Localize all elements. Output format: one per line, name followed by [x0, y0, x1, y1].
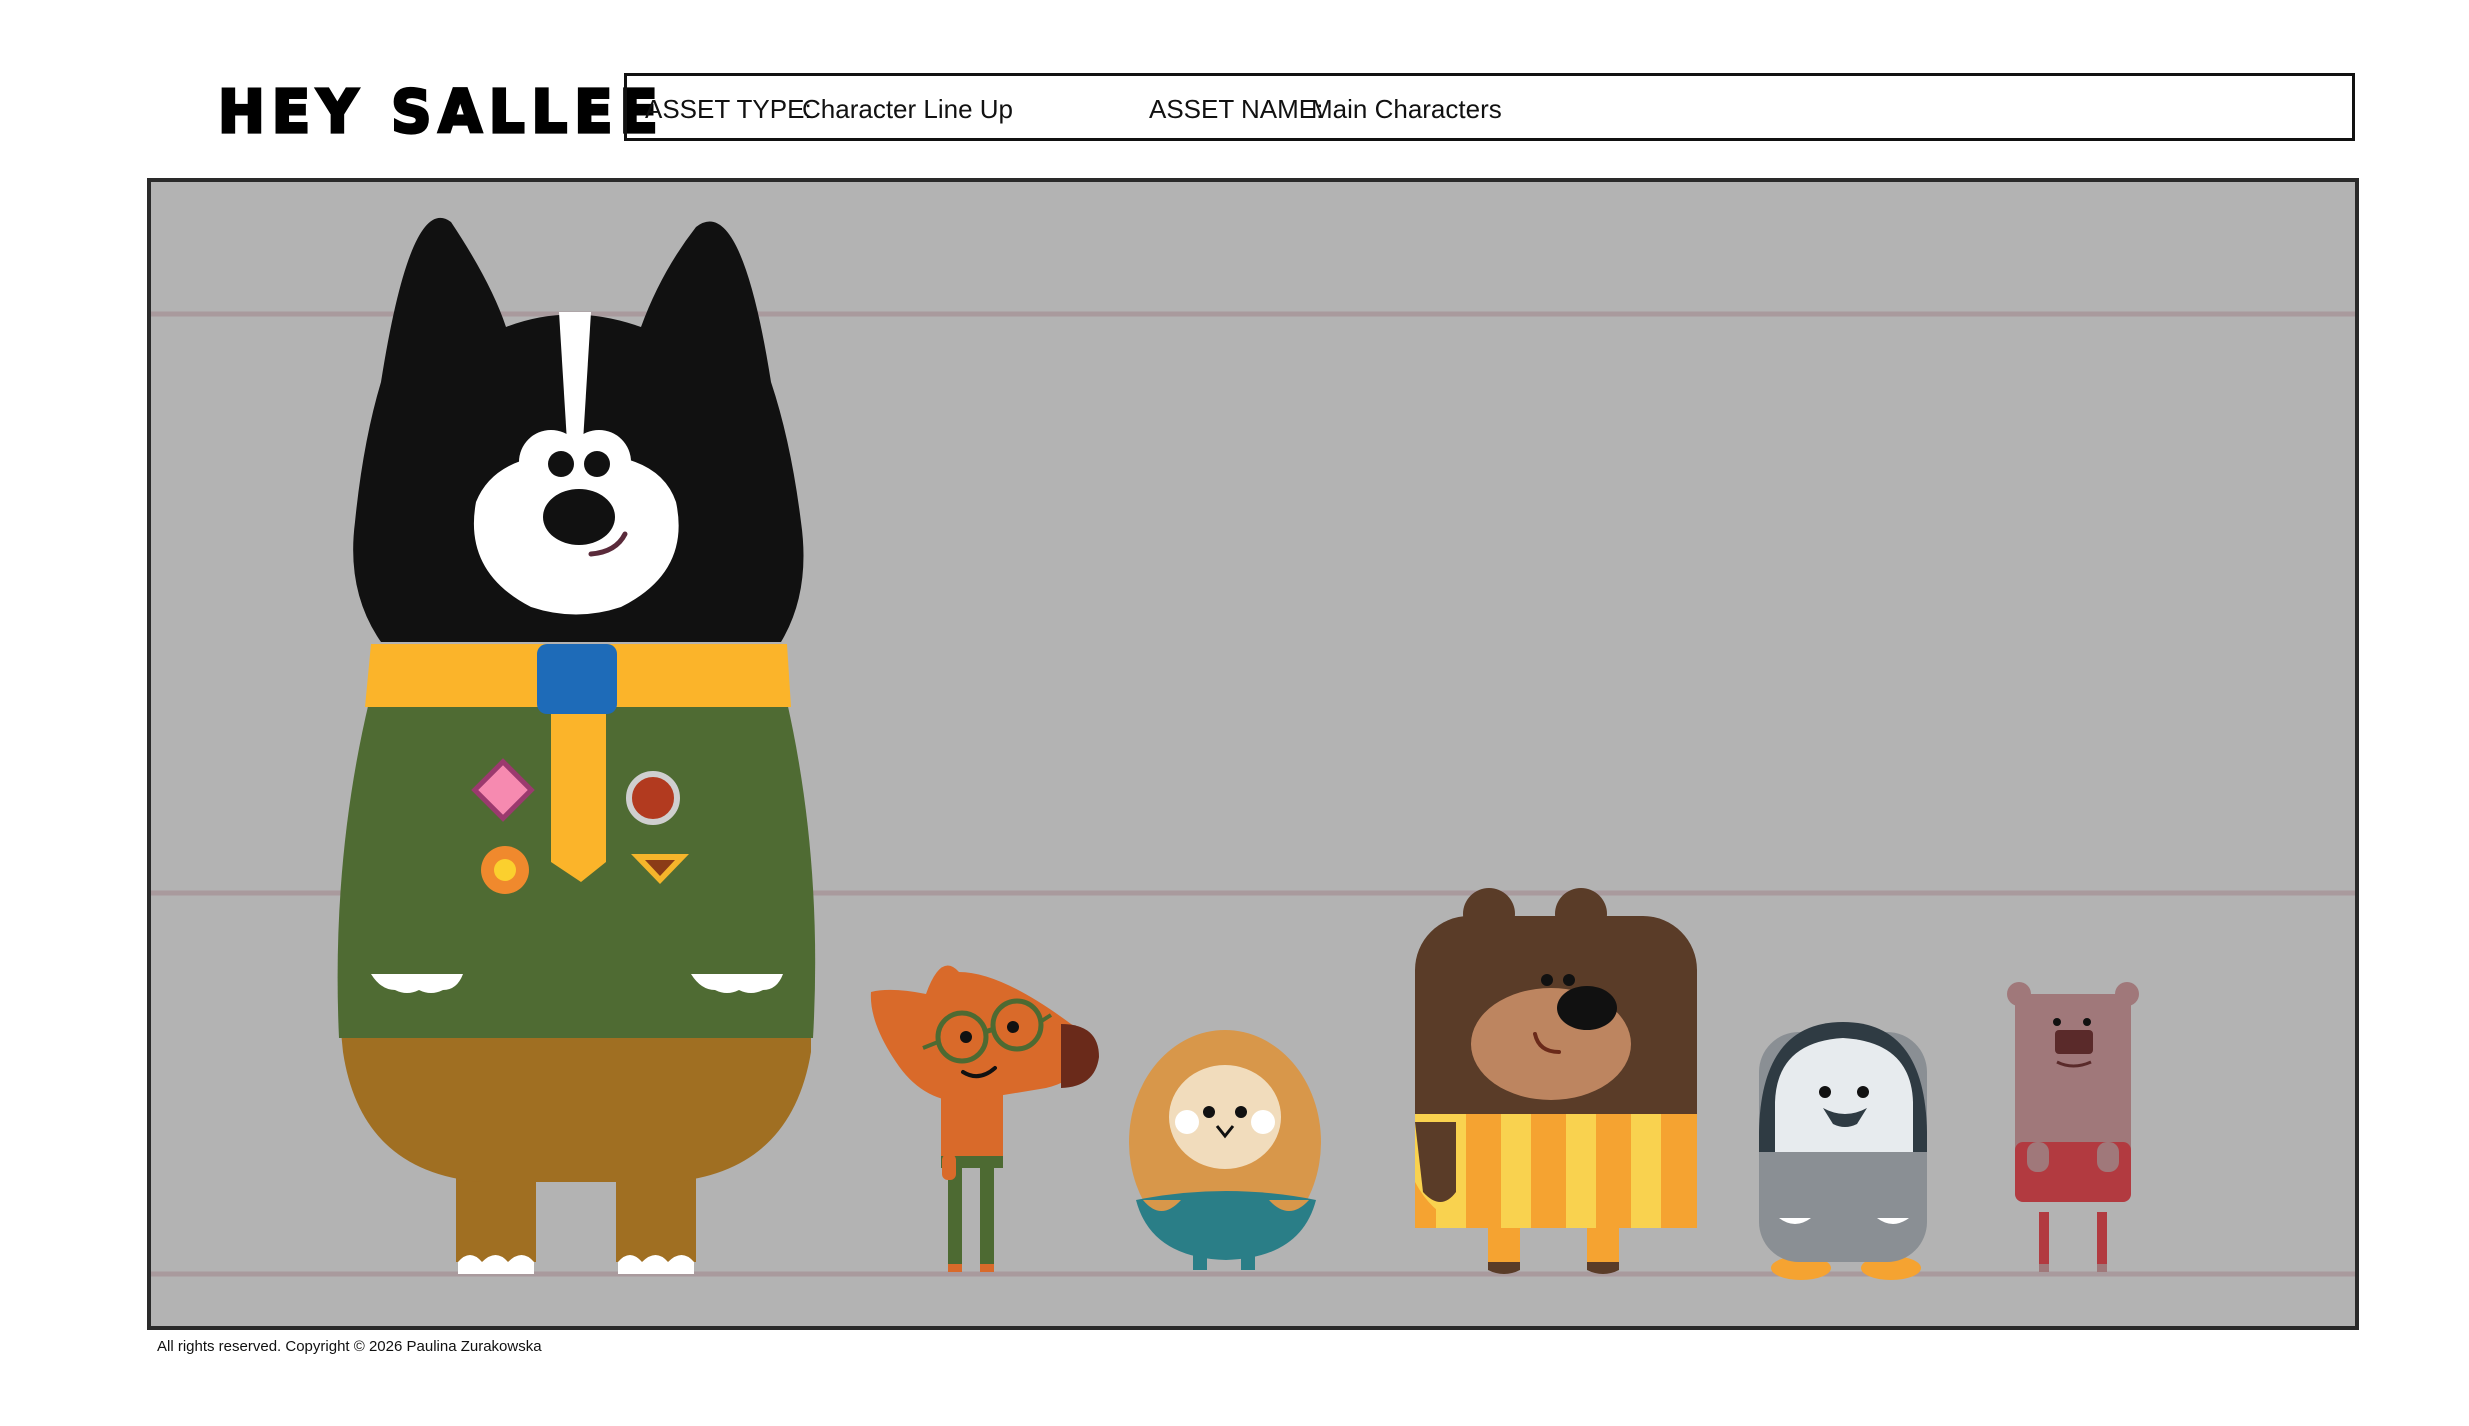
- asset-type-value: Character Line Up: [802, 94, 1013, 124]
- hey-sallee-logo: HEY SALLEE: [217, 77, 665, 148]
- asset-type-label: ASSET TYPE:: [645, 94, 812, 124]
- penguin-character: [1759, 1022, 1927, 1280]
- asset-info-box: ASSET TYPE: Character Line Up ASSET NAME…: [624, 73, 2355, 141]
- bear-striped-shirt: [1415, 1114, 1697, 1228]
- fox-character: [870, 965, 1099, 1272]
- dog-character: [337, 217, 816, 1274]
- asset-name-value: Main Characters: [1311, 94, 1502, 124]
- owl-character: [1129, 1030, 1321, 1270]
- character-lineup-canvas: [147, 178, 2359, 1330]
- asset-name-label: ASSET NAME:: [1149, 94, 1324, 124]
- copyright-notice: All rights reserved. Copyright © 2026 Pa…: [157, 1338, 542, 1355]
- small-bear-character: [2007, 982, 2139, 1272]
- bear-character: [1415, 888, 1697, 1274]
- lineup-illustration: [151, 217, 2355, 1280]
